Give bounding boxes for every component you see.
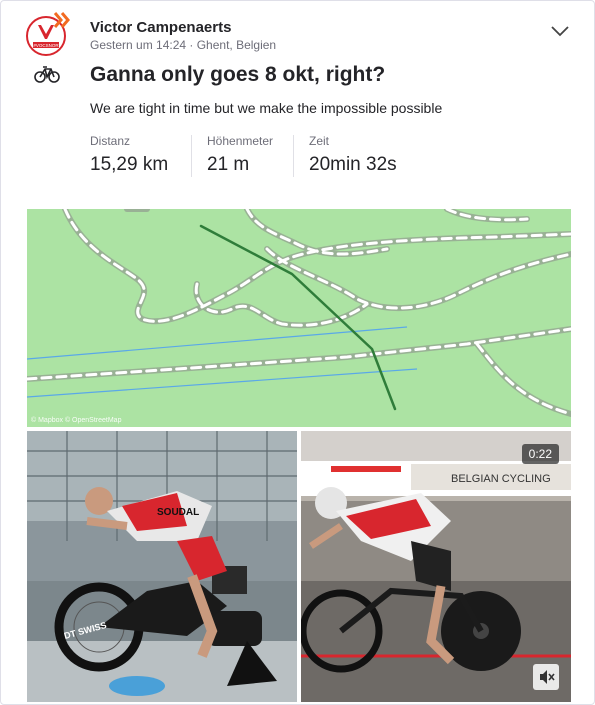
stat-divider <box>293 135 294 177</box>
activity-meta: Gestern um 14:24 · Ghent, Belgien <box>90 38 277 52</box>
chevrons-decoration-icon <box>53 12 70 28</box>
stat-label: Distanz <box>90 134 131 148</box>
map-canvas <box>27 209 571 417</box>
photo-illustration: SOUDAL DT SWISS <box>27 431 297 702</box>
stat-label: Höhenmeter <box>207 134 274 148</box>
stat-value: 20min 32s <box>309 154 397 175</box>
stat-time: Zeit 20min 32s <box>309 134 397 179</box>
jersey-text: SOUDAL <box>157 507 199 518</box>
activity-card: #VOCSNOR Victor Campenaerts Gestern um 1… <box>0 0 595 705</box>
mute-icon <box>540 670 555 684</box>
stat-label: Zeit <box>309 134 330 148</box>
avatar-text: #VOCSNOR <box>33 43 59 48</box>
stat-divider <box>191 135 192 177</box>
athlete-name[interactable]: Victor Campenaerts <box>90 19 231 36</box>
stat-value: 21 m <box>207 154 250 175</box>
route-map[interactable]: © Mapbox © OpenStreetMap <box>27 209 571 427</box>
banner-text: BELGIAN CYCLING <box>451 473 551 485</box>
photo-rider-on-trainer[interactable]: SOUDAL DT SWISS <box>27 431 297 702</box>
video-illustration: BELGIAN CYCLING <box>301 431 571 702</box>
mute-button[interactable] <box>533 664 559 690</box>
chevron-down-icon[interactable] <box>549 23 571 39</box>
stat-value: 15,29 km <box>90 154 169 175</box>
map-attribution: © Mapbox © OpenStreetMap <box>31 417 122 424</box>
video-rider-on-track[interactable]: BELGIAN CYCLING 0:22 <box>301 431 571 702</box>
stat-elevation: Höhenmeter 21 m <box>207 134 273 179</box>
activity-title[interactable]: Ganna only goes 8 okt, right? <box>90 63 385 87</box>
bike-icon <box>34 66 60 83</box>
stat-distance: Distanz 15,29 km <box>90 134 168 179</box>
video-duration-badge: 0:22 <box>521 444 559 464</box>
activity-description: We are tight in time but we make the imp… <box>90 100 443 116</box>
